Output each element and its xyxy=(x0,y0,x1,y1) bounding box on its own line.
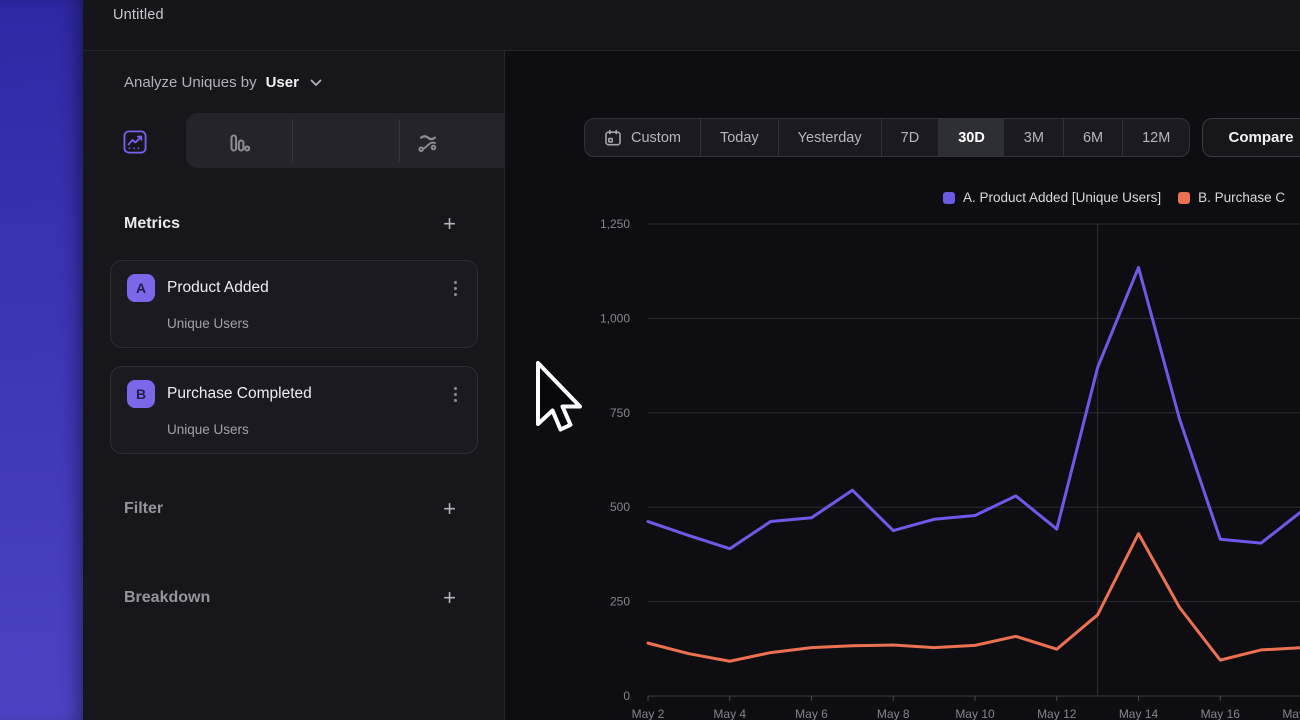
y-axis-tick-label: 0 xyxy=(623,689,630,703)
tab-separator xyxy=(399,119,400,162)
metrics-header-row: Metrics + xyxy=(124,215,456,233)
x-axis-tick-label: May 10 xyxy=(955,707,995,720)
chevron-down-icon[interactable] xyxy=(310,74,322,91)
series-line xyxy=(648,267,1300,548)
chart-region: Custom Today Yesterday 7D 30D 3M 6M 12M … xyxy=(505,51,1300,720)
app-window: Untitled Analyze Uniques by User xyxy=(0,0,1300,720)
breakdown-header: Breakdown xyxy=(124,589,210,607)
metric-menu-button kebab-icon[interactable] xyxy=(452,279,459,298)
x-axis-tick-label: May 16 xyxy=(1201,707,1241,720)
query-builder-panel: Analyze Uniques by User xyxy=(83,51,505,720)
metric-badge-a: A xyxy=(127,274,155,302)
background-gradient-strip xyxy=(0,0,83,720)
y-axis-tick-label: 1,000 xyxy=(600,311,630,325)
y-axis-tick-label: 1,250 xyxy=(600,217,630,231)
x-axis-tick-label: May 14 xyxy=(1119,707,1159,720)
metric-subtitle: Unique Users xyxy=(167,316,459,331)
add-metric-button plus-icon[interactable]: + xyxy=(443,215,456,233)
add-filter-button plus-icon[interactable]: + xyxy=(443,500,456,518)
analyze-by-label: Analyze Uniques by xyxy=(124,74,257,91)
y-axis-tick-label: 250 xyxy=(610,595,630,609)
series-line xyxy=(648,534,1300,662)
x-axis-tick-label: May 4 xyxy=(713,707,746,720)
analyze-by-value-dropdown[interactable]: User xyxy=(266,74,299,91)
filter-header: Filter xyxy=(124,500,163,518)
report-title: Untitled xyxy=(113,7,164,23)
metric-card-product-added[interactable]: A Product Added Unique Users xyxy=(110,260,478,348)
tab-separator xyxy=(292,119,293,162)
tab-flows flows-icon[interactable] xyxy=(416,131,440,155)
tab-line-chart line-chart-icon[interactable] xyxy=(123,130,147,154)
metric-subtitle: Unique Users xyxy=(167,422,459,437)
x-axis-tick-label: May 18 xyxy=(1282,707,1300,720)
y-axis-tick-label: 750 xyxy=(610,406,630,420)
y-axis-tick-label: 500 xyxy=(610,500,630,514)
metric-badge-b: B xyxy=(127,380,155,408)
x-axis-tick-label: May 2 xyxy=(632,707,665,720)
metrics-header: Metrics xyxy=(124,215,180,233)
x-axis-tick-label: May 12 xyxy=(1037,707,1077,720)
metric-card-purchase-completed[interactable]: B Purchase Completed Unique Users xyxy=(110,366,478,454)
metric-title: Product Added xyxy=(167,279,440,297)
x-axis-tick-label: May 8 xyxy=(877,707,910,720)
breakdown-header-row: Breakdown + xyxy=(124,589,456,607)
x-axis-tick-label: May 6 xyxy=(795,707,828,720)
line-chart[interactable]: 0 250 500 750 1,000 1,250 May 2 May 4 May 6 May 8… xyxy=(505,51,1300,720)
tab-bar-chart bar-chart-icon[interactable] xyxy=(227,131,251,155)
metric-menu-button kebab-icon[interactable] xyxy=(452,385,459,404)
top-bar: Untitled xyxy=(83,0,1300,51)
analyze-uniques-row: Analyze Uniques by User xyxy=(124,74,322,91)
add-breakdown-button plus-icon[interactable]: + xyxy=(443,589,456,607)
filter-header-row: Filter + xyxy=(124,500,456,518)
metric-title: Purchase Completed xyxy=(167,385,440,403)
